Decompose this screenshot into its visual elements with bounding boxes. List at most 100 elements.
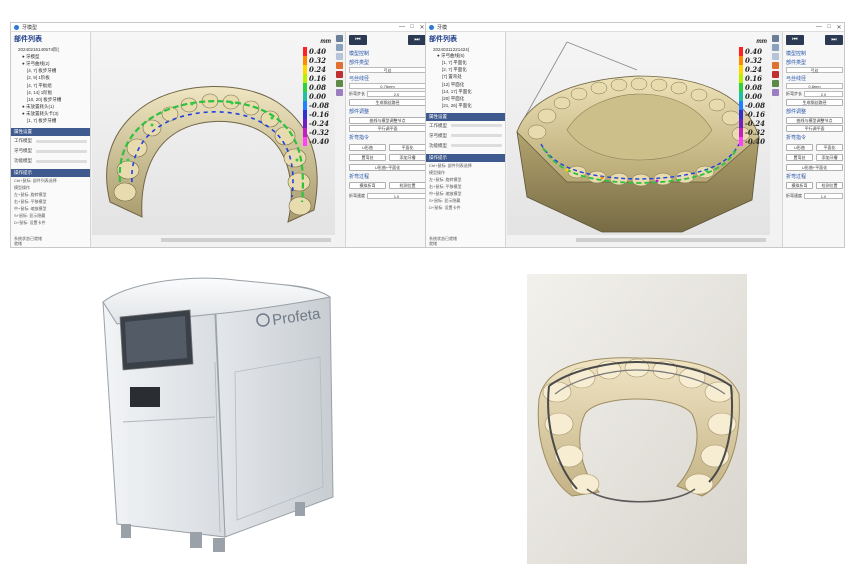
tree-item[interactable]: [2, 7] 平面化 — [426, 67, 505, 74]
settings-icon[interactable] — [336, 89, 343, 96]
prev-button[interactable]: ⏮ — [349, 35, 367, 45]
tree-item[interactable]: [20] 平面化 — [426, 95, 505, 102]
nav-row: ⏮ ⏭ — [786, 35, 843, 45]
rate-input[interactable]: 1.0 — [804, 192, 843, 199]
legend-value: -0.08 — [309, 101, 329, 110]
prev-button[interactable]: ⏮ — [786, 35, 804, 45]
next-button[interactable]: ⏭ — [825, 35, 843, 45]
tree-item[interactable]: ● 未放置耗头卡(3) — [11, 111, 90, 118]
wire-select[interactable]: 0.76mm — [349, 83, 426, 89]
check-button[interactable]: 检测位置 — [816, 182, 843, 189]
prop-row[interactable]: 功能模型 — [11, 156, 90, 166]
simulate-button[interactable]: 模拟折弯 — [786, 182, 813, 189]
tree-item[interactable]: [21, 26] 平面化 — [426, 103, 505, 110]
rotate-icon[interactable] — [336, 44, 343, 51]
horizontal-scrollbar[interactable] — [161, 238, 331, 242]
prop-slider[interactable] — [36, 159, 87, 163]
tree-item[interactable]: [2, 9] 1阶板 — [11, 75, 90, 82]
model-type-select[interactable]: 弓丝 — [786, 67, 843, 73]
model-type-select[interactable]: 弓丝 — [349, 67, 426, 73]
prop-row[interactable]: 牙弓模型 — [426, 131, 505, 141]
settings-icon[interactable] — [772, 89, 779, 96]
nav-row: ⏮ ⏭ — [349, 35, 426, 45]
zoom-icon[interactable] — [772, 53, 779, 60]
prop-slider[interactable] — [451, 124, 502, 128]
measure-icon[interactable] — [772, 62, 779, 69]
legend-rows: 0.40 0.32 0.24 0.16 0.08 0.00 -0.08 -0.16 -0.24-… — [739, 47, 767, 146]
paint-icon[interactable] — [336, 71, 343, 78]
legend-swatch — [739, 47, 743, 56]
u-flat-button[interactable]: U形曲+平面化 — [349, 163, 426, 171]
prop-slider[interactable] — [36, 149, 87, 153]
panel-heading: 折弯过程 — [349, 173, 370, 180]
3d-viewport[interactable] — [507, 32, 770, 235]
paint-icon[interactable] — [772, 71, 779, 78]
u-bend-button[interactable]: U形曲 — [786, 143, 813, 151]
param-input[interactable]: 2.0 — [804, 91, 843, 97]
tree-item[interactable]: [4, 7] 板步牙槽 — [11, 68, 90, 75]
rotate-icon[interactable] — [772, 44, 779, 51]
next-button[interactable]: ⏭ — [408, 35, 426, 45]
tree-item[interactable]: [14, 17] 平面化 — [426, 88, 505, 95]
tree-item[interactable]: [4, 14] 1阶板 — [11, 89, 90, 96]
prop-slider[interactable] — [36, 139, 87, 143]
view-icon[interactable] — [336, 35, 343, 42]
tree-list: 20240311221424(● 牙弓曲线(6) [1, 7] 平面化 [2, 7]… — [426, 46, 505, 110]
tree-item[interactable]: [7] 置弯处 — [426, 74, 505, 81]
legend-swatch — [739, 83, 743, 92]
parts-tree-panel: 部件列表 20240311221424(● 牙弓曲线(6) [1, 7] 平面化[… — [426, 32, 506, 247]
maximize-button[interactable]: □ — [824, 24, 834, 30]
param-input[interactable]: 2.0 — [367, 91, 426, 97]
u-bend-button[interactable]: U形曲 — [349, 143, 386, 151]
flatten-button[interactable]: 平面化 — [816, 143, 843, 151]
prop-row[interactable]: 工作模型 — [11, 136, 90, 146]
bend-point-button[interactable]: 置弯处 — [349, 153, 386, 161]
minimize-button[interactable]: — — [814, 24, 824, 30]
layer-icon[interactable] — [336, 80, 343, 87]
fit-button[interactable]: 曲线与模型调整节点 — [786, 116, 843, 124]
add-slot-button[interactable]: 添加牙槽 — [389, 153, 426, 161]
right-software-window: 牙模 — □ ✕ 部件列表 20240311221424(● 牙弓曲线(6) [1… — [425, 22, 845, 248]
minimize-button[interactable]: — — [397, 24, 407, 30]
zoom-icon[interactable] — [336, 53, 343, 60]
legend-value: 0.16 — [309, 74, 327, 83]
prop-row[interactable]: 功能模型 — [426, 141, 505, 151]
prop-slider[interactable] — [451, 134, 502, 138]
u-flat-button[interactable]: U形曲+平面化 — [786, 163, 843, 171]
panel-heading: 模型控制 — [349, 51, 370, 57]
layer-icon[interactable] — [772, 80, 779, 87]
tree-item[interactable]: [1, 7] 板步牙槽 — [11, 118, 90, 125]
generate-button[interactable]: 生成钢丝路径 — [786, 99, 843, 106]
3d-viewport[interactable] — [92, 32, 335, 235]
tree-item[interactable]: ● 牙弓曲线(2) — [11, 60, 90, 67]
button-pair: 模拟折弯 检测位置 — [349, 181, 426, 191]
tree-item[interactable]: 20240216140574阶( — [11, 46, 90, 53]
tree-item[interactable]: [1, 7] 平面化 — [426, 59, 505, 66]
plane-button[interactable]: 平行调平面 — [786, 125, 843, 132]
legend-row: 0.32 — [303, 56, 331, 65]
tree-item[interactable]: [10, 20] 板步牙槽 — [11, 96, 90, 103]
fit-button[interactable]: 曲线与模型调整节点 — [349, 116, 426, 124]
add-slot-button[interactable]: 添加牙槽 — [816, 153, 843, 161]
plane-button[interactable]: 平行调平面 — [349, 125, 426, 132]
prop-row[interactable]: 牙弓模型 — [11, 146, 90, 156]
prop-slider[interactable] — [451, 144, 502, 148]
rate-input[interactable]: 1.0 — [367, 192, 426, 199]
tree-item[interactable]: ● 牙弓曲线(6) — [426, 52, 505, 59]
tree-item[interactable]: ● 未放置耗头(1) — [11, 104, 90, 111]
view-icon[interactable] — [772, 35, 779, 42]
generate-button[interactable]: 生成钢丝路径 — [349, 99, 426, 106]
tree-item[interactable]: [4, 7] 平板组 — [11, 82, 90, 89]
bend-point-button[interactable]: 置弯处 — [786, 153, 813, 161]
check-button[interactable]: 检测位置 — [389, 182, 426, 189]
horizontal-scrollbar[interactable] — [576, 238, 766, 242]
simulate-button[interactable]: 模拟折弯 — [349, 182, 386, 189]
flatten-button[interactable]: 平面化 — [389, 143, 426, 151]
measure-icon[interactable] — [336, 62, 343, 69]
maximize-button[interactable]: □ — [407, 24, 417, 30]
wire-select[interactable]: 0.8mm — [786, 83, 843, 89]
close-button[interactable]: ✕ — [834, 24, 844, 31]
tree-item[interactable]: [12] 平面化 — [426, 81, 505, 88]
tree-item[interactable]: ● 牙模型 — [11, 53, 90, 60]
prop-row[interactable]: 工作模型 — [426, 121, 505, 131]
